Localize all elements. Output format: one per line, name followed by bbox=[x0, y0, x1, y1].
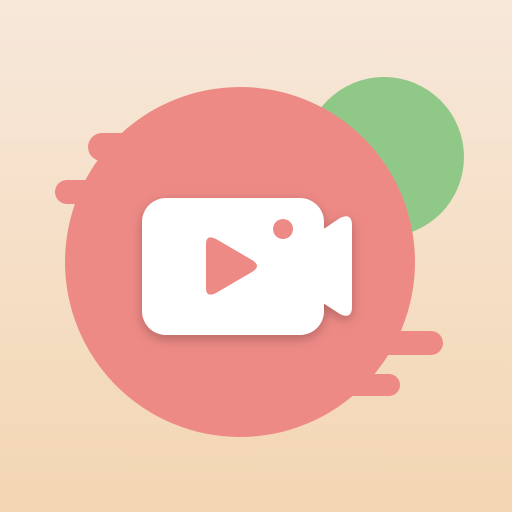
camera-indicator-dot bbox=[273, 219, 293, 239]
speed-trail-mid-left bbox=[55, 180, 150, 204]
app-icon-canvas bbox=[0, 0, 512, 512]
speed-trail-right bbox=[340, 331, 443, 355]
speed-trail-top-left bbox=[88, 133, 238, 161]
speed-trail-bottom-right bbox=[300, 374, 400, 396]
video-camera-play-icon bbox=[0, 0, 512, 512]
